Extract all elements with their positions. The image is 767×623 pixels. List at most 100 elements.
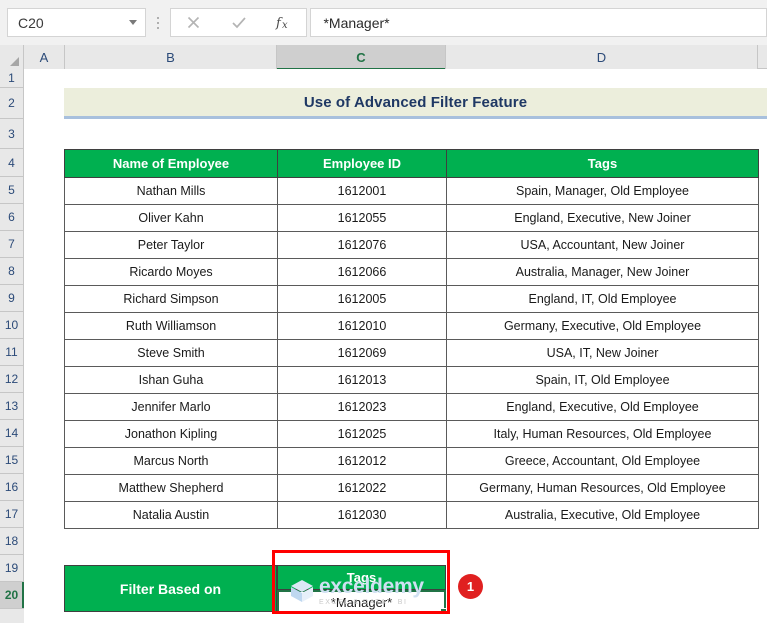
cell-employee-name[interactable]: Jennifer Marlo — [65, 394, 278, 421]
row-header-17[interactable]: 17 — [0, 501, 24, 528]
column-header-b[interactable]: B — [65, 45, 277, 69]
table-row[interactable]: Ishan Guha 1612013 Spain, IT, Old Employ… — [65, 367, 759, 394]
row-header-10[interactable]: 10 — [0, 312, 24, 339]
row-header-19[interactable]: 19 — [0, 555, 24, 582]
cell-employee-id[interactable]: 1612013 — [278, 367, 447, 394]
cell-employee-id[interactable]: 1612076 — [278, 232, 447, 259]
column-header-c[interactable]: C — [277, 45, 446, 69]
sheet-title-banner: Use of Advanced Filter Feature — [64, 88, 767, 119]
column-header-name-of-employee: Name of Employee — [65, 150, 278, 178]
row-header-3[interactable]: 3 — [0, 119, 24, 149]
cell-employee-id[interactable]: 1612012 — [278, 448, 447, 475]
cell-tags[interactable]: Spain, Manager, Old Employee — [447, 178, 759, 205]
row-header-1[interactable]: 1 — [0, 69, 24, 88]
cell-employee-id[interactable]: 1612069 — [278, 340, 447, 367]
row-header-12[interactable]: 12 — [0, 366, 24, 393]
cell-tags[interactable]: Australia, Executive, Old Employee — [447, 502, 759, 529]
cell-employee-name[interactable]: Oliver Kahn — [65, 205, 278, 232]
table-row[interactable]: Steve Smith 1612069 USA, IT, New Joiner — [65, 340, 759, 367]
column-header-employee-id: Employee ID — [278, 150, 447, 178]
cell-employee-name[interactable]: Jonathon Kipling — [65, 421, 278, 448]
table-row[interactable]: Jonathon Kipling 1612025 Italy, Human Re… — [65, 421, 759, 448]
cell-tags[interactable]: England, Executive, Old Employee — [447, 394, 759, 421]
cell-employee-id[interactable]: 1612001 — [278, 178, 447, 205]
vertical-dots-icon[interactable] — [150, 8, 166, 37]
chevron-down-icon[interactable] — [129, 20, 137, 25]
table-row[interactable]: Richard Simpson 1612005 England, IT, Old… — [65, 286, 759, 313]
close-x-icon[interactable] — [175, 9, 211, 36]
column-header-tags: Tags — [447, 150, 759, 178]
name-box[interactable]: C20 — [7, 8, 146, 37]
cell-employee-id[interactable]: 1612055 — [278, 205, 447, 232]
cell-tags[interactable]: England, IT, Old Employee — [447, 286, 759, 313]
row-header-13[interactable]: 13 — [0, 393, 24, 420]
cell-employee-name[interactable]: Peter Taylor — [65, 232, 278, 259]
cell-employee-name[interactable]: Matthew Shepherd — [65, 475, 278, 502]
cell-tags[interactable]: Germany, Executive, Old Employee — [447, 313, 759, 340]
excel-worksheet-screenshot: C20 f x *Manager* A B C D — [0, 0, 767, 623]
formula-input[interactable]: *Manager* — [310, 8, 767, 37]
formula-action-buttons: f x — [170, 8, 308, 37]
table-row[interactable]: Ruth Williamson 1612010 Germany, Executi… — [65, 313, 759, 340]
filter-based-on-label-box: Filter Based on — [64, 565, 277, 612]
cell-employee-id[interactable]: 1612025 — [278, 421, 447, 448]
row-header-14[interactable]: 14 — [0, 420, 24, 447]
cell-employee-id[interactable]: 1612066 — [278, 259, 447, 286]
table-row[interactable]: Marcus North 1612012 Greece, Accountant,… — [65, 448, 759, 475]
cell-tags[interactable]: Greece, Accountant, Old Employee — [447, 448, 759, 475]
page-title: Use of Advanced Filter Feature — [304, 94, 527, 111]
select-all-corner[interactable] — [0, 45, 24, 69]
column-header-row: A B C D — [0, 45, 767, 69]
cell-employee-id[interactable]: 1612023 — [278, 394, 447, 421]
cell-employee-id[interactable]: 1612022 — [278, 475, 447, 502]
filter-based-on-label: Filter Based on — [120, 581, 221, 597]
table-row[interactable]: Nathan Mills 1612001 Spain, Manager, Old… — [65, 178, 759, 205]
cell-employee-name[interactable]: Steve Smith — [65, 340, 278, 367]
cell-employee-name[interactable]: Ruth Williamson — [65, 313, 278, 340]
row-header-7[interactable]: 7 — [0, 231, 24, 258]
cell-tags[interactable]: England, Executive, New Joiner — [447, 205, 759, 232]
cell-tags[interactable]: Italy, Human Resources, Old Employee — [447, 421, 759, 448]
table-row[interactable]: Natalia Austin 1612030 Australia, Execut… — [65, 502, 759, 529]
cell-employee-id[interactable]: 1612010 — [278, 313, 447, 340]
cell-tags[interactable]: Australia, Manager, New Joiner — [447, 259, 759, 286]
row-header-column: 1 2 3 4 5 6 7 8 9 10 11 12 13 14 15 16 1… — [0, 69, 24, 623]
cell-employee-name[interactable]: Richard Simpson — [65, 286, 278, 313]
cell-tags[interactable]: USA, Accountant, New Joiner — [447, 232, 759, 259]
table-row[interactable]: Jennifer Marlo 1612023 England, Executiv… — [65, 394, 759, 421]
annotation-step-badge-1: 1 — [458, 574, 483, 599]
column-header-a[interactable]: A — [24, 45, 65, 69]
cell-employee-name[interactable]: Ishan Guha — [65, 367, 278, 394]
cell-tags[interactable]: Germany, Human Resources, Old Employee — [447, 475, 759, 502]
cell-tags[interactable]: USA, IT, New Joiner — [447, 340, 759, 367]
formula-bar: C20 f x *Manager* — [0, 0, 767, 45]
annotation-highlight-rectangle — [272, 550, 450, 614]
row-header-18[interactable]: 18 — [0, 528, 24, 555]
table-row[interactable]: Peter Taylor 1612076 USA, Accountant, Ne… — [65, 232, 759, 259]
row-header-9[interactable]: 9 — [0, 285, 24, 312]
row-header-2[interactable]: 2 — [0, 88, 24, 119]
cell-employee-name[interactable]: Marcus North — [65, 448, 278, 475]
row-header-16[interactable]: 16 — [0, 474, 24, 501]
column-header-d[interactable]: D — [446, 45, 758, 69]
fx-insert-function-icon[interactable]: f x — [266, 9, 302, 36]
cell-employee-id[interactable]: 1612005 — [278, 286, 447, 313]
row-header-15[interactable]: 15 — [0, 447, 24, 474]
table-row[interactable]: Matthew Shepherd 1612022 Germany, Human … — [65, 475, 759, 502]
table-row[interactable]: Oliver Kahn 1612055 England, Executive, … — [65, 205, 759, 232]
checkmark-icon[interactable] — [221, 9, 257, 36]
cell-employee-name[interactable]: Natalia Austin — [65, 502, 278, 529]
row-header-20[interactable]: 20 — [0, 582, 24, 609]
row-header-4[interactable]: 4 — [0, 149, 24, 177]
cell-employee-name[interactable]: Nathan Mills — [65, 178, 278, 205]
cell-employee-name[interactable]: Ricardo Moyes — [65, 259, 278, 286]
employee-table-body: Nathan Mills 1612001 Spain, Manager, Old… — [65, 178, 759, 529]
row-header-11[interactable]: 11 — [0, 339, 24, 366]
cell-employee-id[interactable]: 1612030 — [278, 502, 447, 529]
row-header-8[interactable]: 8 — [0, 258, 24, 285]
row-header-6[interactable]: 6 — [0, 204, 24, 231]
cell-tags[interactable]: Spain, IT, Old Employee — [447, 367, 759, 394]
svg-text:x: x — [282, 20, 288, 31]
table-row[interactable]: Ricardo Moyes 1612066 Australia, Manager… — [65, 259, 759, 286]
row-header-5[interactable]: 5 — [0, 177, 24, 204]
